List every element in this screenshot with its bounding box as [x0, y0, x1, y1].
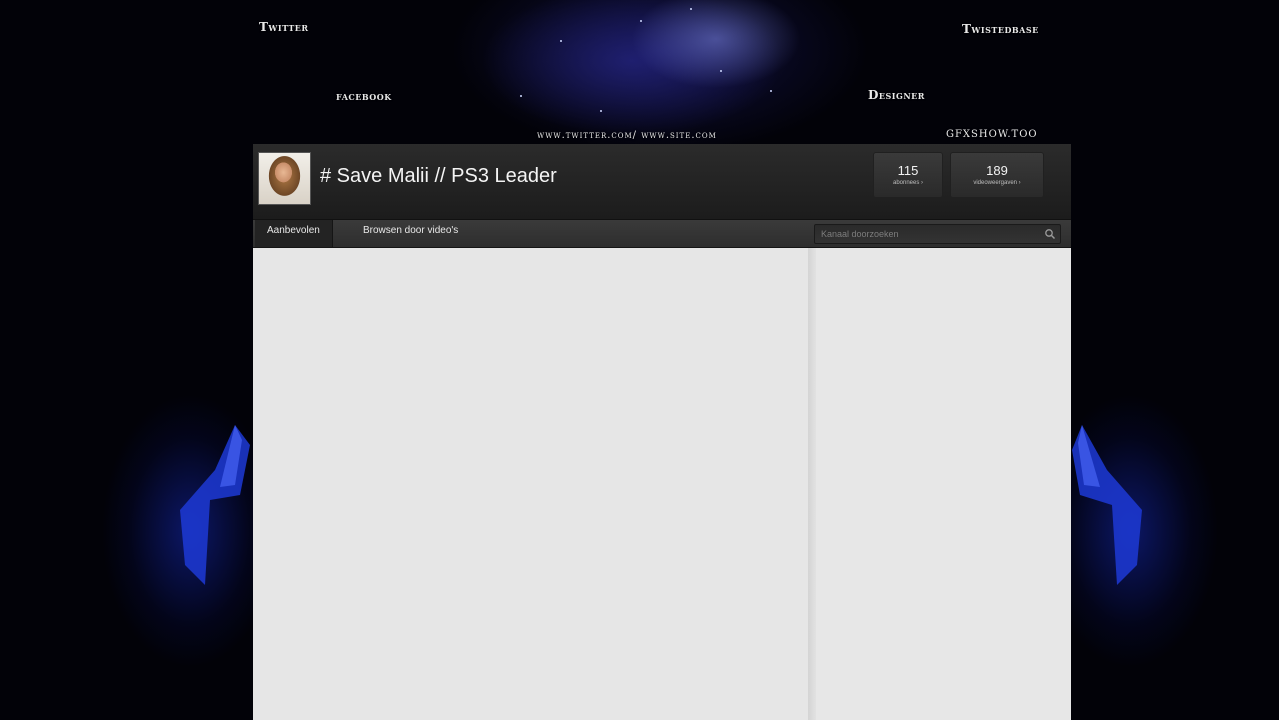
star	[690, 8, 692, 10]
column-divider	[808, 248, 816, 720]
tab-featured[interactable]: Aanbevolen	[255, 220, 333, 247]
star	[720, 70, 722, 72]
blue-logo-shape-left	[180, 425, 250, 585]
star	[770, 90, 772, 92]
center-url-text: www.twitter.com/ www.site.com	[537, 130, 717, 141]
star	[560, 40, 562, 42]
tab-browse-videos[interactable]: Browsen door video's	[351, 220, 470, 247]
search-icon[interactable]	[1044, 228, 1056, 240]
views-count: 189	[986, 163, 1008, 178]
channel-nav: Aanbevolen Browsen door video's	[253, 220, 1071, 248]
designer-link[interactable]: Designer	[868, 88, 925, 102]
subscribers-count: 115	[897, 163, 919, 178]
channel-title[interactable]: # Save Malii // PS3 Leader	[320, 165, 557, 188]
star	[600, 110, 602, 112]
sidebar-content-area	[816, 248, 1071, 720]
views-label: videoweergaven ›	[973, 180, 1021, 186]
views-stat[interactable]: 189 videoweergaven ›	[950, 152, 1044, 198]
channel-search[interactable]	[814, 224, 1061, 244]
twistedbase-link[interactable]: Twistedbase	[962, 22, 1039, 36]
main-content-area	[255, 248, 808, 720]
channel-avatar[interactable]	[258, 152, 311, 205]
channel-page: # Save Malii // PS3 Leader 115 abonnees …	[253, 144, 1071, 720]
channel-search-input[interactable]	[821, 227, 1031, 241]
blue-logo-shape-right	[1072, 425, 1142, 585]
page: Twitter facebook Twistedbase Designer ww…	[0, 0, 1279, 720]
subscribers-label: abonnees ›	[892, 180, 924, 186]
twitter-link[interactable]: Twitter	[259, 20, 309, 34]
facebook-link[interactable]: facebook	[336, 89, 392, 103]
channel-header: # Save Malii // PS3 Leader 115 abonnees …	[253, 144, 1071, 220]
gfx-url-text: GFXSHOW.TOO	[946, 129, 1038, 140]
subscribers-stat[interactable]: 115 abonnees ›	[873, 152, 943, 198]
star	[640, 20, 642, 22]
star	[520, 95, 522, 97]
